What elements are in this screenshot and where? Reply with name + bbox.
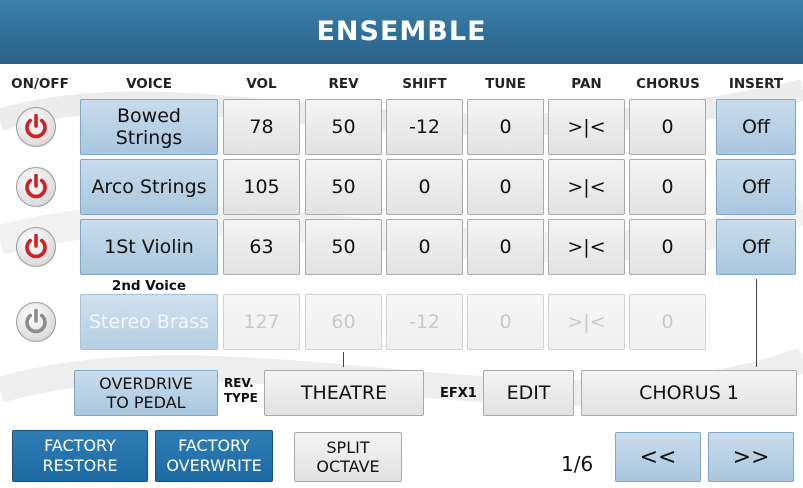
efx-edit-button[interactable]: EDIT (483, 370, 574, 416)
power-icon (25, 173, 47, 199)
factory-overwrite-button[interactable]: FACTORY OVERWRITE (155, 430, 273, 482)
voice-button-1[interactable]: Bowed Strings (80, 99, 218, 155)
efx-type-select[interactable]: CHORUS 1 (581, 370, 797, 416)
voice-button-2[interactable]: Arco Strings (80, 159, 218, 215)
shift-field-1[interactable]: -12 (386, 99, 463, 155)
split-octave-button[interactable]: SPLIT OCTAVE (294, 432, 402, 482)
header-voice: VOICE (126, 76, 172, 92)
vol-field-3[interactable]: 63 (223, 219, 300, 275)
insert-button-1[interactable]: Off (716, 99, 796, 155)
power-toggle-4[interactable] (16, 302, 56, 342)
next-page-button[interactable]: >> (708, 432, 794, 482)
chorus-field-1[interactable]: 0 (629, 99, 706, 155)
rev-type-label: REV. TYPE (224, 376, 258, 405)
pan-field-1[interactable]: >|< (548, 99, 625, 155)
efx-connector (756, 279, 757, 367)
efx1-label: EFX1 (440, 386, 477, 401)
ensemble-screen: ENSEMBLE ON/OFF VOICE VOL REV SHIFT TUNE… (0, 0, 803, 488)
power-toggle-3[interactable] (16, 227, 56, 267)
shift-field-2[interactable]: 0 (386, 159, 463, 215)
tune-field-2[interactable]: 0 (467, 159, 544, 215)
rev-field-3[interactable]: 50 (305, 219, 382, 275)
shift-field-4[interactable]: -12 (386, 294, 463, 350)
chorus-field-2[interactable]: 0 (629, 159, 706, 215)
power-toggle-1[interactable] (16, 107, 56, 147)
tune-field-4[interactable]: 0 (467, 294, 544, 350)
tune-field-1[interactable]: 0 (467, 99, 544, 155)
overdrive-line1: OVERDRIVE (99, 374, 193, 393)
power-icon (25, 308, 47, 334)
prev-page-button[interactable]: << (615, 432, 701, 482)
rev-field-1[interactable]: 50 (305, 99, 382, 155)
header-shift: SHIFT (402, 76, 447, 92)
chorus-field-3[interactable]: 0 (629, 219, 706, 275)
factory-restore-button[interactable]: FACTORY RESTORE (12, 430, 148, 482)
insert-button-2[interactable]: Off (716, 159, 796, 215)
power-icon (25, 113, 47, 139)
header-rev: REV (328, 76, 359, 92)
pan-field-4[interactable]: >|< (548, 294, 625, 350)
overdrive-line2: TO PEDAL (106, 393, 186, 412)
header-pan: PAN (571, 76, 602, 92)
vol-field-4[interactable]: 127 (223, 294, 300, 350)
rev-field-2[interactable]: 50 (305, 159, 382, 215)
title-bar: ENSEMBLE (0, 0, 803, 64)
page-title: ENSEMBLE (316, 16, 487, 47)
header-insert: INSERT (728, 76, 784, 92)
vol-field-2[interactable]: 105 (223, 159, 300, 215)
page-indicator: 1/6 (561, 452, 594, 476)
power-toggle-2[interactable] (16, 167, 56, 207)
vol-field-1[interactable]: 78 (223, 99, 300, 155)
pan-field-2[interactable]: >|< (548, 159, 625, 215)
tune-field-3[interactable]: 0 (467, 219, 544, 275)
second-voice-label: 2nd Voice (111, 278, 187, 294)
rev-field-4[interactable]: 60 (305, 294, 382, 350)
header-chorus: CHORUS (636, 76, 700, 92)
voice-button-3[interactable]: 1St Violin (80, 219, 218, 275)
header-tune: TUNE (485, 76, 526, 92)
header-onoff: ON/OFF (11, 76, 69, 92)
pan-field-3[interactable]: >|< (548, 219, 625, 275)
voice-button-4[interactable]: Stereo Brass (80, 294, 218, 350)
chorus-field-4[interactable]: 0 (629, 294, 706, 350)
rev-type-connector (343, 352, 344, 367)
shift-field-3[interactable]: 0 (386, 219, 463, 275)
power-icon (25, 233, 47, 259)
rev-type-select[interactable]: THEATRE (264, 370, 424, 416)
header-vol: VOL (246, 76, 277, 92)
insert-button-3[interactable]: Off (716, 219, 796, 275)
overdrive-to-pedal-button[interactable]: OVERDRIVE TO PEDAL (74, 370, 218, 416)
